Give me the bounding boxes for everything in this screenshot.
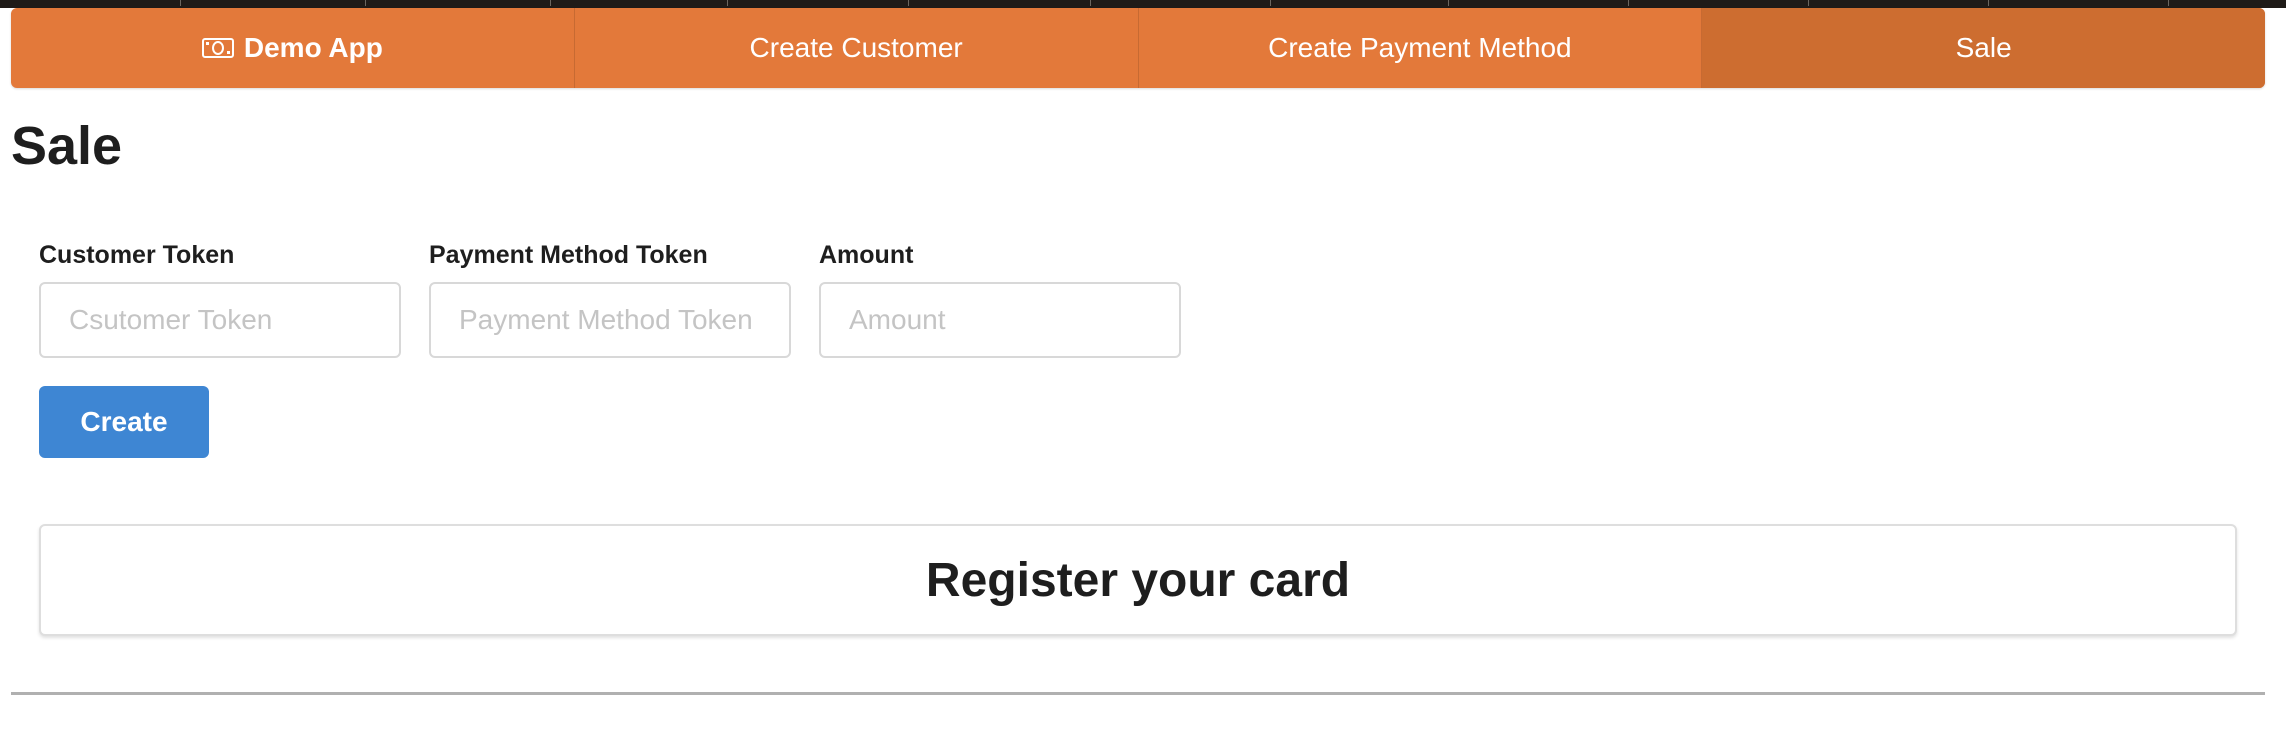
menu-item-label: Sale <box>1955 32 2012 63</box>
horizontal-divider <box>11 692 2265 695</box>
create-button[interactable]: Create <box>39 386 209 458</box>
menu-item-brand[interactable]: Demo App <box>11 8 575 88</box>
payment-method-token-input[interactable] <box>429 282 791 358</box>
menu-item-sale[interactable]: Sale <box>1702 8 2265 88</box>
top-menu: Demo App Create Customer Create Payment … <box>11 8 2265 88</box>
menu-item-label: Create Payment Method <box>1268 32 1572 63</box>
register-card-heading: Register your card <box>925 553 1351 607</box>
customer-token-input[interactable] <box>39 282 401 358</box>
menu-item-label: Create Customer <box>749 32 963 63</box>
payment-method-token-field: Payment Method Token <box>429 238 791 358</box>
menu-item-create-payment-method[interactable]: Create Payment Method <box>1139 8 1703 88</box>
amount-input[interactable] <box>819 282 1181 358</box>
customer-token-field: Customer Token <box>39 238 401 358</box>
customer-token-label: Customer Token <box>39 241 235 269</box>
amount-field: Amount <box>819 238 1181 358</box>
menu-item-create-customer[interactable]: Create Customer <box>575 8 1139 88</box>
money-bill-icon <box>201 38 234 58</box>
menu-brand-label: Demo App <box>243 32 383 63</box>
page-title: Sale <box>11 116 123 176</box>
register-card-panel: Register your card <box>39 524 2237 636</box>
payment-method-token-label: Payment Method Token <box>429 241 708 269</box>
browser-top-strip <box>0 0 2286 8</box>
amount-label: Amount <box>819 241 914 269</box>
